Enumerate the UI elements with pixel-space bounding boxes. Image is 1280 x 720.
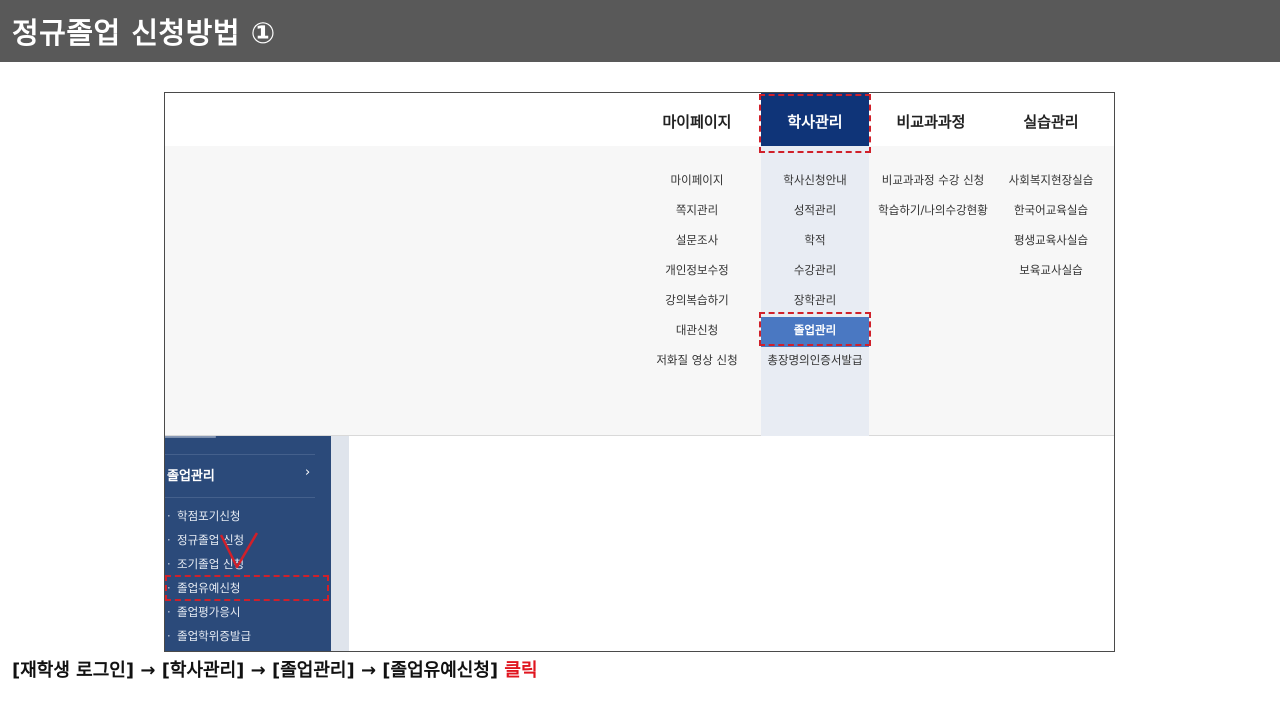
submenu-item-learning-status[interactable]: 학습하기/나의수강현황 <box>869 197 997 227</box>
mega-menu: 마이페이지 학사관리 비교과과정 실습관리 마이페이지 쪽지관리 설문조사 개인… <box>165 93 1114 436</box>
academic-tab-highlight <box>759 94 871 153</box>
sidebar-divider <box>165 497 315 498</box>
submenu-item-academic-guide[interactable]: 학사신청안내 <box>761 167 869 197</box>
checkmark-annotation-icon <box>219 532 259 569</box>
slide-title: 정규졸업 신청방법 ① <box>0 0 1280 62</box>
submenu-item-president-certificate[interactable]: 총장명의인증서발급 <box>761 347 869 377</box>
submenu-practicum: 사회복지현장실습 한국어교육실습 평생교육사실습 보육교사실습 <box>999 167 1103 287</box>
submenu-item-registry[interactable]: 학적 <box>761 227 869 257</box>
submenu-extracurricular: 비교과과정 수강 신청 학습하기/나의수강현황 <box>869 167 997 227</box>
submenu-item-childcare-teacher[interactable]: 보육교사실습 <box>999 257 1103 287</box>
submenu-item-social-welfare[interactable]: 사회복지현장실습 <box>999 167 1103 197</box>
sidebar-divider <box>165 454 315 455</box>
submenu-item-lecture-review[interactable]: 강의복습하기 <box>637 287 757 317</box>
submenu-item-survey[interactable]: 설문조사 <box>637 227 757 257</box>
sidebar-group-graduation[interactable]: 졸업관리 <box>167 465 215 484</box>
sidebar-item-graduation-exam[interactable]: · 졸업평가응시 <box>167 603 251 627</box>
instruction-path: [재학생 로그인] → [학사관리] → [졸업관리] → [졸업유예신청] <box>12 660 499 681</box>
sidebar-item-diploma-issue[interactable]: · 졸업학위증발급 <box>167 627 251 651</box>
submenu-item-lifelong-education[interactable]: 평생교육사실습 <box>999 227 1103 257</box>
screenshot-frame: ─────── 졸업관리 › · 학점포기신청 · 정규졸업 신청 · 조기졸업 신청… <box>164 92 1115 652</box>
submenu-item-messages[interactable]: 쪽지관리 <box>637 197 757 227</box>
submenu-item-grades[interactable]: 성적관리 <box>761 197 869 227</box>
graduation-item-highlight <box>759 312 871 346</box>
instruction-click-emphasis: 클릭 <box>504 660 538 681</box>
submenu-item-profile-edit[interactable]: 개인정보수정 <box>637 257 757 287</box>
graduation-deferral-highlight <box>165 575 329 601</box>
top-nav-mypage[interactable]: 마이페이지 <box>643 93 751 146</box>
submenu-item-low-quality-video[interactable]: 저화질 영상 신청 <box>637 347 757 377</box>
chevron-right-icon: › <box>305 465 311 480</box>
submenu-item-course-registration[interactable]: 수강관리 <box>761 257 869 287</box>
submenu-item-korean-education[interactable]: 한국어교육실습 <box>999 197 1103 227</box>
instruction-text: [재학생 로그인] → [학사관리] → [졸업관리] → [졸업유예신청] 클… <box>12 656 538 682</box>
submenu-item-mypage[interactable]: 마이페이지 <box>637 167 757 197</box>
submenu-item-facility-rental[interactable]: 대관신청 <box>637 317 757 347</box>
submenu-mypage: 마이페이지 쪽지관리 설문조사 개인정보수정 강의복습하기 대관신청 저화질 영… <box>637 167 757 377</box>
sidebar-scroll-strip <box>331 436 349 651</box>
top-nav-practicum[interactable]: 실습관리 <box>997 93 1105 146</box>
sidebar-item-credit-drop[interactable]: · 학점포기신청 <box>167 507 251 531</box>
top-nav-extracurricular[interactable]: 비교과과정 <box>877 93 985 146</box>
submenu-item-extracurricular-apply[interactable]: 비교과과정 수강 신청 <box>869 167 997 197</box>
